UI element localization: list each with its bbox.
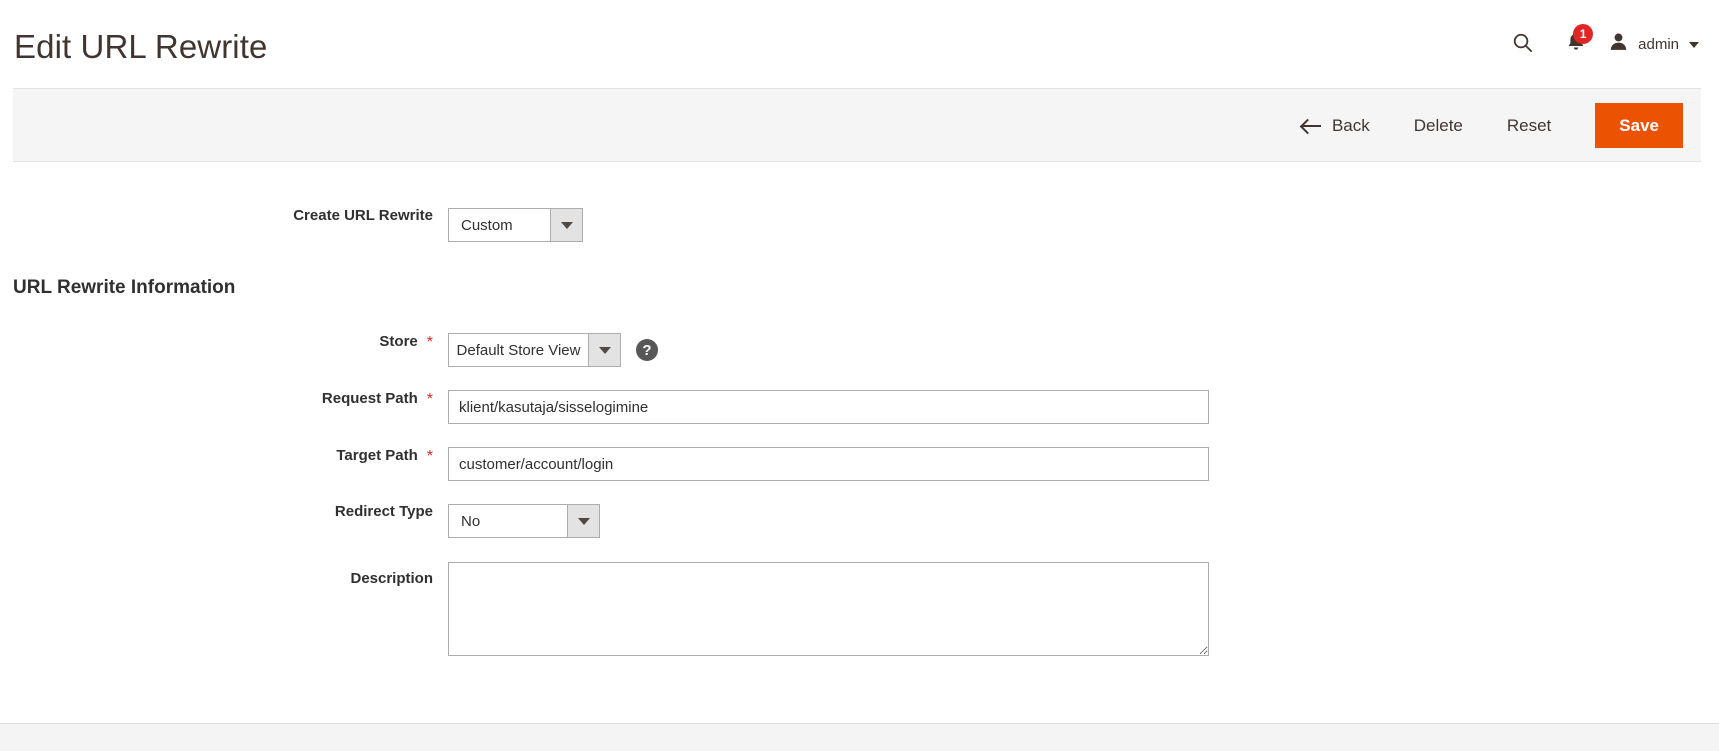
save-button[interactable]: Save bbox=[1595, 102, 1683, 148]
back-button-label: Back bbox=[1331, 115, 1370, 135]
redirect-type-value: No bbox=[449, 505, 567, 537]
page-header: Edit URL Rewrite 1 admin bbox=[0, 0, 1719, 88]
notifications-button[interactable]: 1 bbox=[1548, 24, 1604, 64]
back-button[interactable]: Back bbox=[1301, 107, 1370, 144]
target-path-label-col: Target Path * bbox=[0, 446, 433, 465]
field-description: Description bbox=[0, 562, 1719, 656]
description-control-col bbox=[433, 562, 1209, 656]
redirect-type-control-col: No bbox=[433, 504, 600, 538]
store-label-col: Store * bbox=[0, 332, 433, 351]
description-label: Description bbox=[350, 570, 433, 587]
section-heading-url-rewrite-information: URL Rewrite Information bbox=[13, 277, 236, 298]
search-button[interactable] bbox=[1496, 24, 1548, 64]
create-url-rewrite-value: Custom bbox=[449, 209, 550, 241]
page-title: Edit URL Rewrite bbox=[14, 27, 268, 65]
user-avatar-icon bbox=[1608, 31, 1629, 57]
notification-count-badge: 1 bbox=[1573, 24, 1594, 44]
description-textarea[interactable] bbox=[448, 562, 1209, 656]
reset-button[interactable]: Reset bbox=[1507, 107, 1551, 144]
store-value: Default Store View bbox=[449, 334, 588, 366]
create-url-rewrite-label-col: Create URL Rewrite bbox=[0, 208, 433, 223]
request-path-control-col bbox=[433, 390, 1209, 424]
target-path-required-marker: * bbox=[426, 448, 433, 465]
target-path-label: Target Path bbox=[336, 446, 418, 464]
request-path-label-col: Request Path * bbox=[0, 389, 433, 408]
admin-account-menu[interactable]: admin bbox=[1604, 31, 1699, 57]
store-help-icon[interactable]: ? bbox=[636, 339, 658, 361]
chevron-down-icon bbox=[1689, 42, 1699, 48]
target-path-input[interactable] bbox=[448, 447, 1209, 481]
store-control-col: Default Store View ? bbox=[433, 333, 658, 367]
url-rewrite-form: Create URL Rewrite Custom URL Rewrite In… bbox=[0, 162, 1719, 656]
caret-down-icon[interactable] bbox=[588, 334, 620, 366]
request-path-label: Request Path bbox=[321, 389, 418, 407]
page-root: Edit URL Rewrite 1 admin Back Delete Res… bbox=[0, 0, 1719, 751]
field-redirect-type: Redirect Type No bbox=[0, 504, 1719, 538]
create-url-rewrite-control-col: Custom bbox=[433, 208, 583, 242]
redirect-type-label-col: Redirect Type bbox=[0, 504, 433, 519]
header-actions: 1 admin bbox=[1496, 24, 1701, 64]
create-url-rewrite-label: Create URL Rewrite bbox=[293, 207, 433, 224]
admin-user-name: admin bbox=[1638, 35, 1679, 53]
target-path-control-col bbox=[433, 447, 1209, 481]
delete-button[interactable]: Delete bbox=[1414, 107, 1463, 144]
store-label: Store bbox=[379, 332, 418, 350]
arrow-left-icon bbox=[1301, 119, 1321, 132]
description-label-col: Description bbox=[0, 562, 433, 586]
redirect-type-select[interactable]: No bbox=[448, 504, 600, 538]
page-footer bbox=[0, 723, 1719, 751]
request-path-required-marker: * bbox=[426, 391, 433, 408]
store-required-marker: * bbox=[426, 334, 433, 351]
field-create-url-rewrite: Create URL Rewrite Custom bbox=[0, 208, 1719, 242]
caret-down-icon[interactable] bbox=[567, 505, 599, 537]
search-icon bbox=[1511, 31, 1534, 57]
request-path-input[interactable] bbox=[448, 390, 1209, 424]
field-target-path: Target Path * bbox=[0, 447, 1719, 481]
caret-down-icon[interactable] bbox=[550, 209, 582, 241]
redirect-type-label: Redirect Type bbox=[334, 503, 433, 520]
page-actions-toolbar: Back Delete Reset Save bbox=[13, 88, 1701, 162]
create-url-rewrite-select[interactable]: Custom bbox=[448, 208, 583, 242]
field-store: Store * Default Store View ? bbox=[0, 333, 1719, 367]
store-select[interactable]: Default Store View bbox=[448, 333, 621, 367]
field-request-path: Request Path * bbox=[0, 390, 1719, 424]
